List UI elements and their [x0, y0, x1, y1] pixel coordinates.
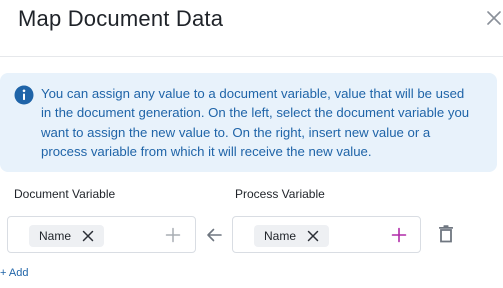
close-button[interactable] — [484, 8, 503, 27]
close-icon[interactable] — [307, 230, 319, 242]
info-text: You can assign any value to a document v… — [41, 86, 470, 160]
process-variable-label: Process Variable — [235, 187, 325, 201]
dialog-title: Map Document Data — [18, 6, 224, 31]
document-variable-field[interactable]: Name — [7, 216, 196, 253]
chip-label: Name — [264, 229, 297, 243]
plus-icon[interactable] — [391, 227, 407, 243]
add-row-link[interactable]: + Add — [0, 267, 28, 279]
info-banner: You can assign any value to a document v… — [0, 73, 497, 172]
arrow-left-icon — [207, 228, 222, 242]
document-variable-chip: Name — [29, 225, 104, 247]
close-icon — [486, 10, 501, 25]
chip-label: Name — [39, 229, 72, 243]
document-variable-label: Document Variable — [14, 187, 116, 201]
info-icon — [14, 85, 34, 105]
process-variable-field[interactable]: Name — [232, 216, 421, 253]
close-icon[interactable] — [82, 230, 94, 242]
header-divider — [0, 56, 503, 57]
trash-icon[interactable] — [438, 225, 454, 243]
process-variable-chip: Name — [254, 225, 329, 247]
plus-icon[interactable] — [165, 227, 181, 243]
